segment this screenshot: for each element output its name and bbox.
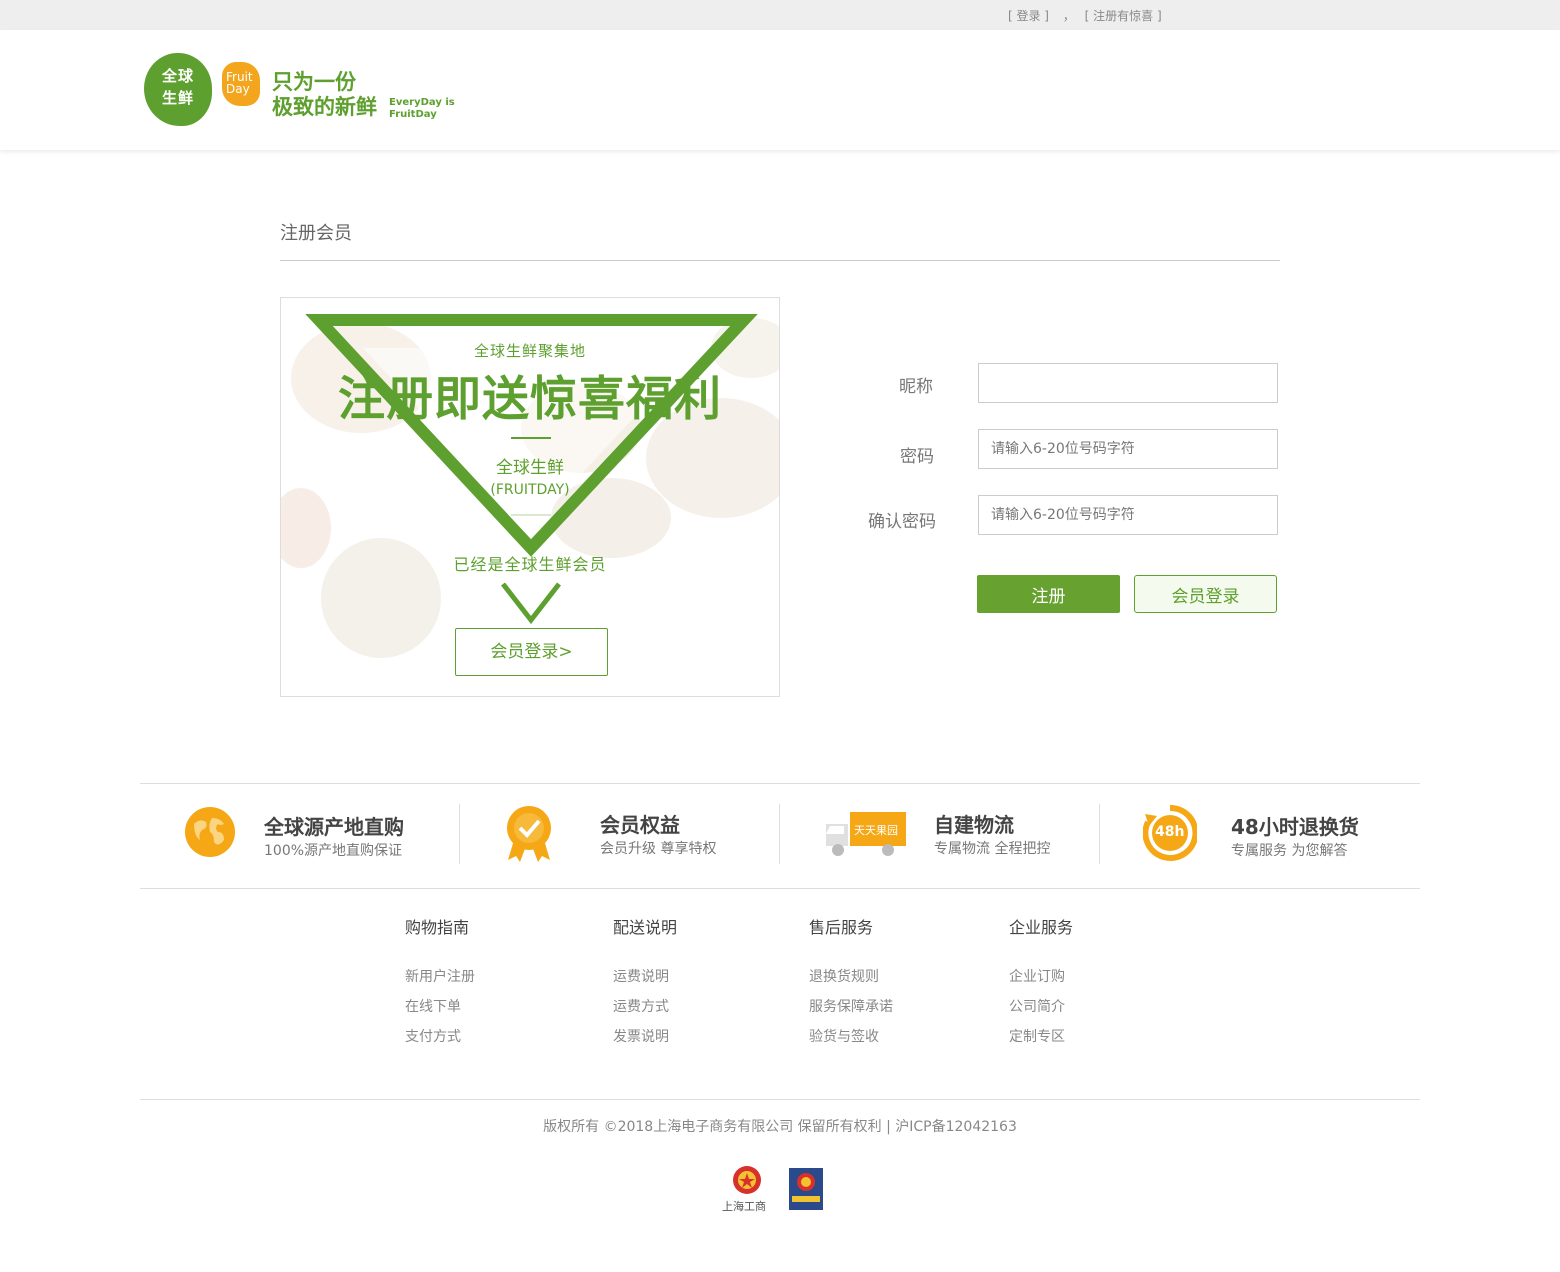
password-label: 密码 (900, 447, 934, 467)
nickname-input[interactable] (978, 363, 1278, 403)
footer-link[interactable]: 发票说明 (613, 1022, 677, 1052)
service-member-title: 会员权益 (600, 813, 680, 837)
footer-link[interactable]: 退换货规则 (809, 962, 893, 992)
service-logistics-desc: 专属物流 全程把控 (934, 841, 1051, 857)
service-global-title: 全球源产地直购 (264, 815, 404, 839)
footer-link[interactable]: 新用户注册 (405, 962, 475, 992)
top-login-link[interactable]: [ 登录 ] (1008, 9, 1049, 23)
promo-banner: 全球生鲜聚集地 注册即送惊喜福利 全球生鲜 (FRUITDAY) 已经是全球生鲜… (280, 297, 780, 697)
footer-column-aftersales: 售后服务 退换货规则 服务保障承诺 验货与签收 (809, 914, 893, 1052)
footer-link[interactable]: 公司简介 (1009, 992, 1073, 1022)
services-bottom-divider (140, 888, 1420, 889)
truck-label: 天天果园 (854, 824, 898, 837)
footer-column-delivery: 配送说明 运费说明 运费方式 发票说明 (613, 914, 677, 1052)
emblem-icon[interactable] (731, 1164, 763, 1202)
footer-heading: 企业服务 (1009, 918, 1074, 937)
footer-heading: 配送说明 (613, 918, 678, 937)
slogan-line-2: 极致的新鲜 (272, 95, 377, 119)
service-logistics-title: 自建物流 (934, 813, 1014, 837)
promo-login-button[interactable]: 会员登录> (455, 628, 608, 676)
slogan-en-1: EveryDay is (389, 97, 455, 108)
truck-icon: 天天果园 (824, 810, 908, 862)
top-links: [ 登录 ] ， [ 注册有惊喜 ] (1008, 7, 1162, 24)
shield-badge-icon[interactable] (789, 1168, 823, 1214)
site-logo[interactable]: 全球 生鲜 (144, 53, 212, 126)
title-divider (280, 260, 1280, 261)
service-global: 全球源产地直购 100%源产地直购保证 (184, 804, 444, 864)
password-input[interactable] (978, 429, 1278, 469)
service-logistics: 天天果园 自建物流 专属物流 全程把控 (824, 804, 1084, 864)
footer-link[interactable]: 支付方式 (405, 1022, 475, 1052)
footer-link[interactable]: 定制专区 (1009, 1022, 1073, 1052)
badge-icon (506, 804, 552, 868)
footer-link[interactable]: 运费说明 (613, 962, 677, 992)
footer-link[interactable]: 服务保障承诺 (809, 992, 893, 1022)
footer-divider (140, 1099, 1420, 1100)
slogan: 只为一份 极致的新鲜 (272, 70, 377, 120)
confirm-password-input[interactable] (978, 495, 1278, 535)
footer-column-enterprise: 企业服务 企业订购 公司简介 定制专区 (1009, 914, 1073, 1052)
slogan-en-2: FruitDay (389, 109, 437, 120)
service-member: 会员权益 会员升级 尊享特权 (506, 804, 766, 864)
footer-column-shopping: 购物指南 新用户注册 在线下单 支付方式 (405, 914, 475, 1052)
fruitday-text-2: Day (226, 82, 250, 96)
service-return: 48h 48小时退换货 专属服务 为您解答 (1142, 804, 1403, 866)
top-register-link[interactable]: [ 注册有惊喜 ] (1085, 9, 1162, 23)
top-bar: [ 登录 ] ， [ 注册有惊喜 ] (0, 0, 1560, 30)
footer-link[interactable]: 运费方式 (613, 992, 677, 1022)
service-global-desc: 100%源产地直购保证 (264, 843, 403, 859)
service-separator (779, 804, 780, 864)
nickname-label: 昵称 (899, 377, 933, 397)
service-separator (1099, 804, 1100, 864)
footer-heading: 购物指南 (405, 918, 470, 937)
service-separator (459, 804, 460, 864)
member-login-button[interactable]: 会员登录 (1134, 575, 1277, 613)
register-button[interactable]: 注册 (977, 575, 1120, 613)
promo-subtitle: 全球生鲜聚集地 (473, 342, 586, 360)
promo-brand-en: (FRUITDAY) (490, 482, 570, 498)
refresh-48h-label: 48h (1155, 824, 1185, 840)
slogan-en: EveryDay is FruitDay (389, 97, 455, 121)
page-title: 注册会员 (280, 223, 352, 244)
badge-label: 上海工商 (722, 1200, 766, 1213)
services-top-divider (140, 783, 1420, 784)
promo-brand: 全球生鲜 (496, 458, 564, 478)
top-separator: ， (1062, 9, 1075, 23)
promo-member-text: 已经是全球生鲜会员 (453, 555, 607, 574)
refresh-48h-icon: 48h (1142, 804, 1199, 866)
service-member-desc: 会员升级 尊享特权 (600, 841, 717, 857)
globe-icon (184, 806, 236, 862)
footer-link[interactable]: 企业订购 (1009, 962, 1073, 992)
logo-text-1: 全球 (161, 67, 194, 85)
footer-link[interactable]: 验货与签收 (809, 1022, 893, 1052)
footer-heading: 售后服务 (809, 918, 874, 937)
promo-headline: 注册即送惊喜福利 (338, 372, 722, 427)
footer-link[interactable]: 在线下单 (405, 992, 475, 1022)
fruitday-logo: Fruit Day (222, 62, 260, 106)
service-return-title: 48小时退换货 (1231, 815, 1359, 839)
confirm-password-label: 确认密码 (868, 512, 936, 532)
service-return-desc: 专属服务 为您解答 (1231, 843, 1348, 859)
copyright: 版权所有 ©2018上海电子商务有限公司 保留所有权利 | 沪ICP备12042… (543, 1119, 1017, 1135)
site-header: 全球 生鲜 Fruit Day 只为一份 极致的新鲜 EveryDay is F… (0, 30, 1560, 150)
slogan-line-1: 只为一份 (272, 70, 356, 94)
logo-text-2: 生鲜 (161, 89, 194, 107)
